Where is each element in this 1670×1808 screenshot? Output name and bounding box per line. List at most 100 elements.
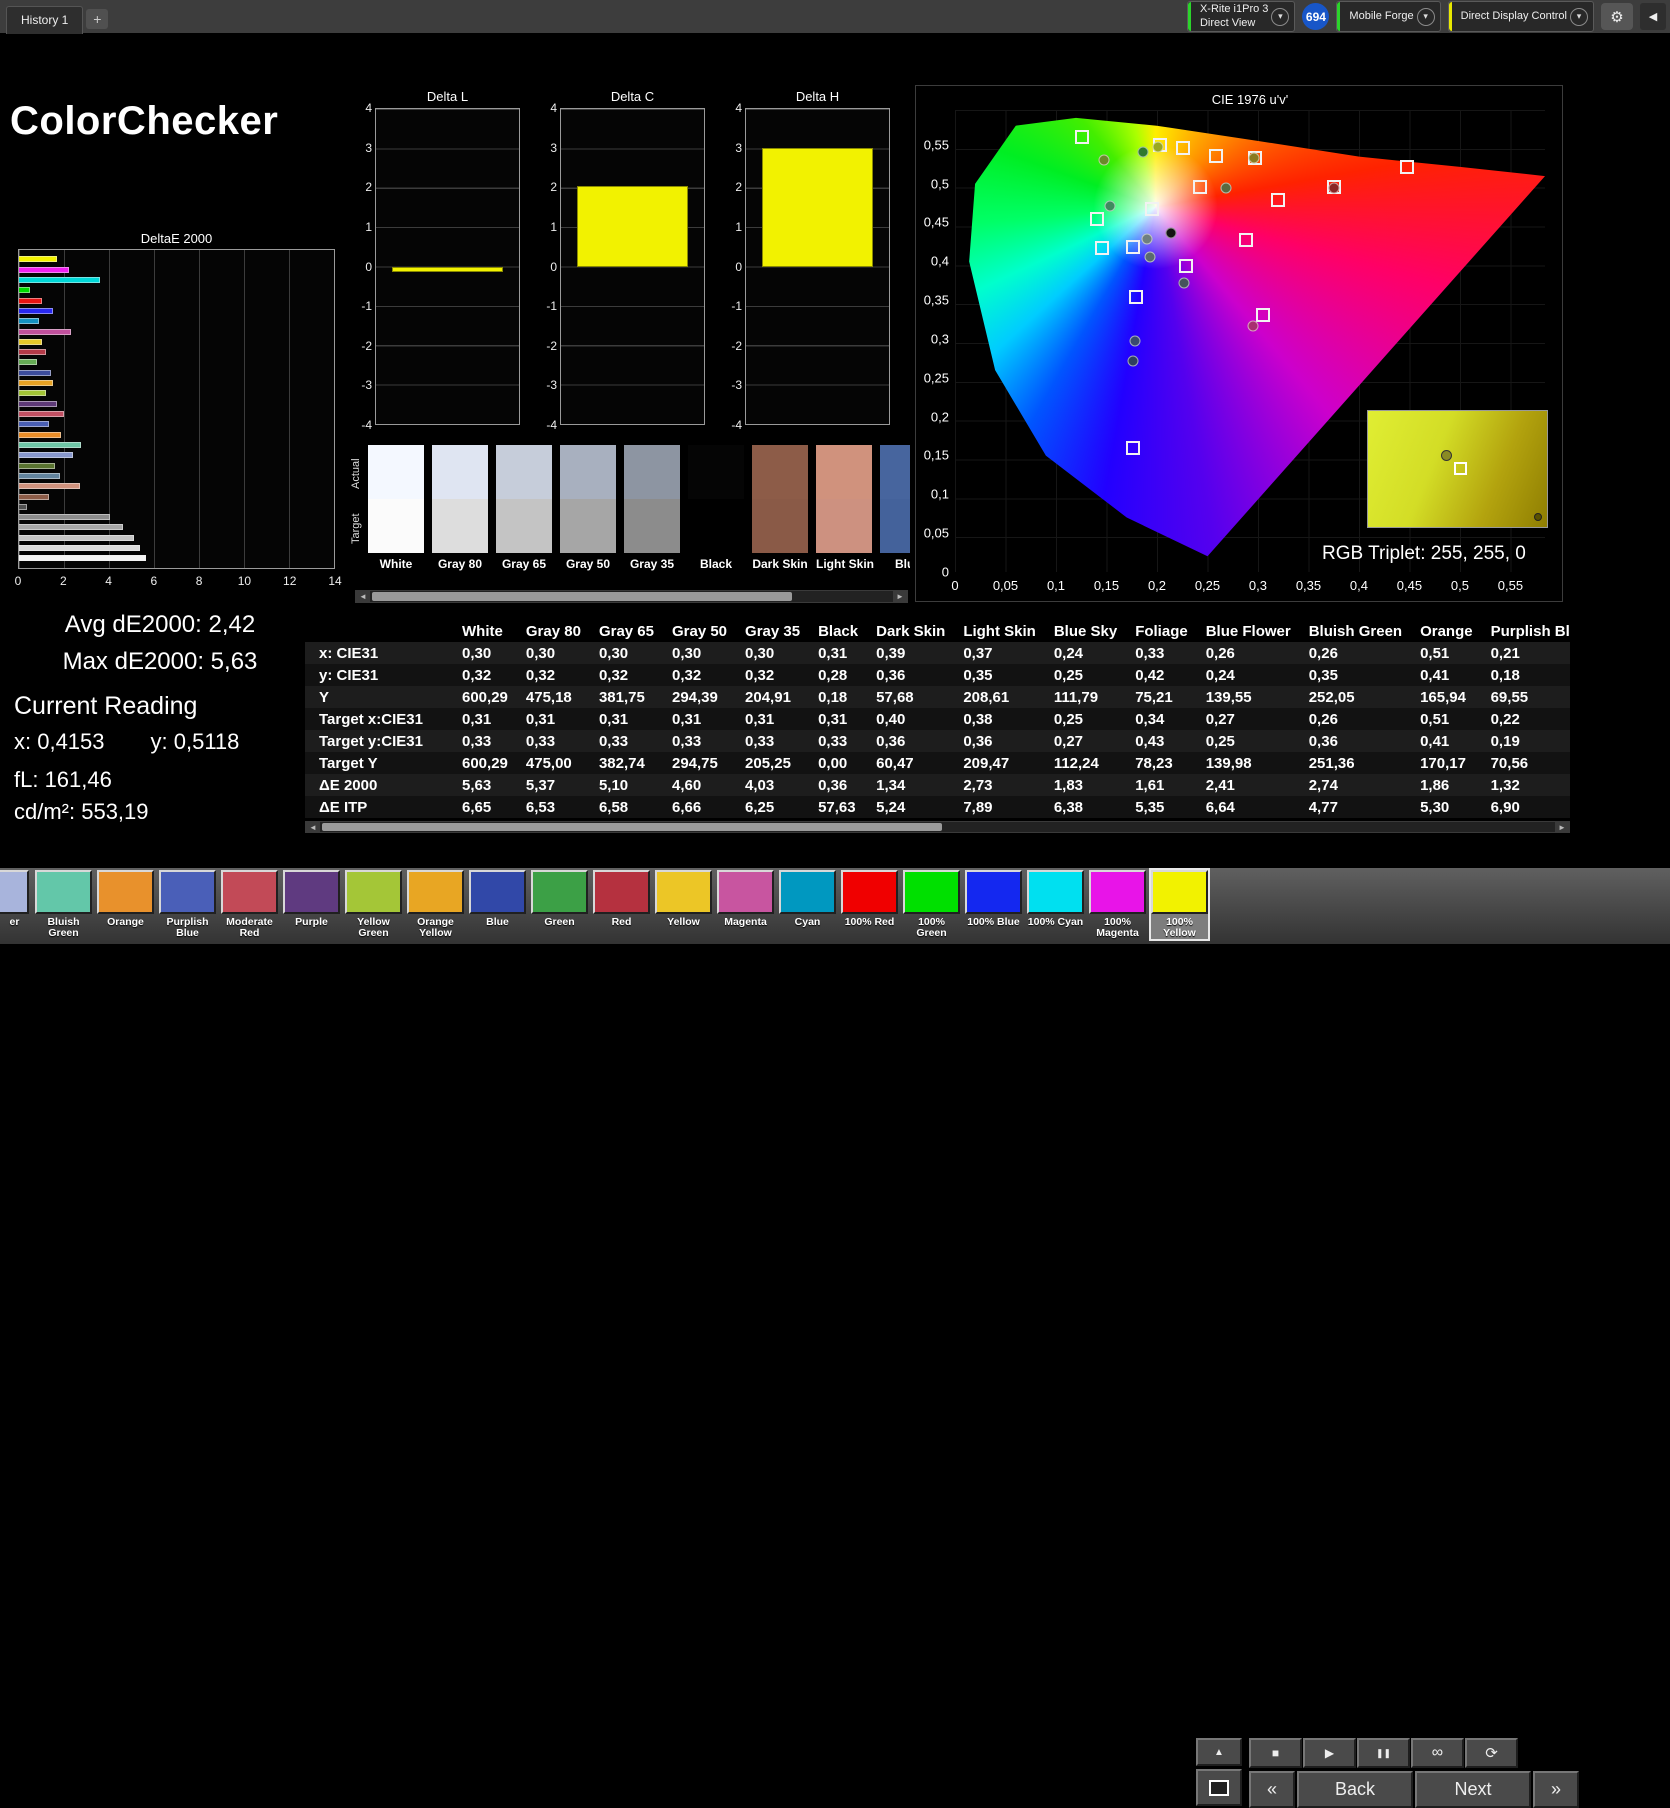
table-cell: 6,64 xyxy=(1205,798,1235,816)
patch-button-orange-yellow[interactable]: Orange Yellow xyxy=(407,870,464,939)
collapse-panel-button[interactable]: ◀ xyxy=(1640,3,1666,30)
loop-button[interactable]: ∞ xyxy=(1411,1738,1464,1768)
patch-button-100-blue[interactable]: 100% Blue xyxy=(965,870,1022,939)
chevron-down-icon[interactable]: ▾ xyxy=(1570,7,1588,26)
patch-button-100-red[interactable]: 100% Red xyxy=(841,870,898,939)
table-cell: 294,75 xyxy=(671,754,718,772)
table-cell: 0,51 xyxy=(1420,710,1450,728)
table-cell: 0,31 xyxy=(598,710,629,728)
deltae-bar xyxy=(19,287,31,294)
pause-button[interactable]: ❚❚ xyxy=(1357,1738,1410,1768)
patch-button-orange[interactable]: Orange xyxy=(97,870,154,939)
deltae-bar xyxy=(19,411,65,417)
scroll-left-icon[interactable]: ◄ xyxy=(306,822,320,832)
strip-patch-gray-35[interactable]: Gray 35 xyxy=(624,445,680,571)
measurement-marker xyxy=(1104,200,1116,212)
patch-button-100-yellow[interactable]: 100% Yellow xyxy=(1151,870,1208,939)
patch-button-magenta[interactable]: Magenta xyxy=(717,870,774,939)
strip-patch-label: Black xyxy=(699,557,733,571)
patch-button-blue[interactable]: Blue xyxy=(469,870,526,939)
target-marker xyxy=(1125,440,1140,455)
row-label: ΔE ITP xyxy=(319,798,368,816)
target-marker xyxy=(1075,130,1090,145)
chevron-down-icon[interactable]: ▾ xyxy=(1416,7,1435,26)
patch-button-clipped[interactable]: er xyxy=(0,870,29,928)
history-tab-label: History 1 xyxy=(21,13,69,27)
table-cell: 0,36 xyxy=(1308,732,1338,750)
scrollbar-thumb[interactable] xyxy=(372,592,792,601)
patch-button-100-magenta[interactable]: 100% Magenta xyxy=(1089,870,1146,939)
patch-button-purplish-blue[interactable]: Purplish Blue xyxy=(159,870,216,939)
delta-l-y-axis: 4 3 2 1 0 -1 -2 -3 -4 xyxy=(346,101,372,432)
prev-page-button[interactable]: « xyxy=(1249,1771,1295,1808)
measurement-marker xyxy=(1127,355,1139,367)
strip-patch-light-skin[interactable]: Light Skin xyxy=(816,445,874,571)
table-cell: 0,32 xyxy=(462,666,492,684)
scrollbar-thumb[interactable] xyxy=(322,823,942,831)
y-tick-label: 0 xyxy=(550,259,557,274)
y-tick-label: 1 xyxy=(735,219,742,234)
table-cell: 0,32 xyxy=(598,666,629,684)
settings-button[interactable]: ⚙ xyxy=(1601,3,1633,30)
x-tick-label: 10 xyxy=(237,574,252,588)
meter-dropdown[interactable]: X-Rite i1Pro 3 Direct View ▾ xyxy=(1186,1,1296,32)
patch-button-cyan[interactable]: Cyan xyxy=(779,870,836,939)
patch-button-bluish-green[interactable]: Bluish Green xyxy=(35,870,92,939)
patch-button-100-green[interactable]: 100% Green xyxy=(903,870,960,939)
stop-button[interactable]: ■ xyxy=(1249,1738,1302,1768)
patch-button-green[interactable]: Green xyxy=(531,870,588,939)
strip-patch-white[interactable]: White xyxy=(368,445,424,571)
strip-patch-dark-skin[interactable]: Dark Skin xyxy=(752,445,808,571)
y-tick-label: 3 xyxy=(365,140,372,155)
scroll-right-icon[interactable]: ► xyxy=(893,591,907,602)
table-cell: 0,00 xyxy=(818,754,848,772)
eject-button[interactable]: ▲ xyxy=(1196,1738,1242,1766)
delta-bar xyxy=(391,266,504,273)
play-button[interactable]: ▶ xyxy=(1303,1738,1356,1768)
add-tab-button[interactable]: + xyxy=(86,8,109,29)
delta-l-chart xyxy=(375,108,520,425)
delta-c-y-axis: 4 3 2 1 0 -1 -2 -3 -4 xyxy=(531,101,557,432)
next-page-button[interactable]: » xyxy=(1533,1771,1579,1808)
strip-patch-gray-80[interactable]: Gray 80 xyxy=(432,445,488,571)
strip-patch-gray-50[interactable]: Gray 50 xyxy=(560,445,616,571)
deltae-bar xyxy=(19,514,110,521)
column-header xyxy=(305,620,453,642)
patch-button-label: Green xyxy=(544,916,575,928)
eject-icon: ▲ xyxy=(1214,1746,1224,1758)
table-cell: 0,32 xyxy=(671,666,702,684)
y-tick-label: -3 xyxy=(731,378,742,393)
refresh-button[interactable]: ⟳ xyxy=(1465,1738,1518,1768)
table-cell: 0,41 xyxy=(1420,732,1450,750)
column-header: Gray 50 xyxy=(671,622,728,640)
window-pattern-button[interactable] xyxy=(1196,1769,1242,1806)
chevron-down-icon[interactable]: ▾ xyxy=(1271,7,1290,26)
next-button[interactable]: Next xyxy=(1415,1771,1531,1808)
patch-button-moderate-red[interactable]: Moderate Red xyxy=(221,870,278,939)
patch-button-100-cyan[interactable]: 100% Cyan xyxy=(1027,870,1084,939)
app-window: History 1 + X-Rite i1Pro 3 Direct View ▾… xyxy=(0,0,1670,1808)
measurement-marker xyxy=(1141,233,1153,245)
patch-button-yellow-green[interactable]: Yellow Green xyxy=(345,870,402,939)
y-tick-label: 0,45 xyxy=(923,214,949,230)
table-cell: 0,19 xyxy=(1490,732,1520,750)
measurement-marker xyxy=(1098,154,1110,166)
scroll-right-icon[interactable]: ► xyxy=(1555,822,1569,832)
target-marker xyxy=(1125,239,1140,254)
source-dropdown[interactable]: Mobile Forge ▾ xyxy=(1336,1,1441,32)
patch-strip-scrollbar[interactable]: ◄ ► xyxy=(355,590,908,603)
patch-button-purple[interactable]: Purple xyxy=(283,870,340,939)
y-tick-label: 0,55 xyxy=(923,137,949,153)
table-cell: 0,27 xyxy=(1205,710,1235,728)
results-table-scrollbar[interactable]: ◄ ► xyxy=(305,821,1570,833)
measurement-marker xyxy=(1129,335,1141,347)
strip-patch-black[interactable]: Black xyxy=(688,445,744,571)
scroll-left-icon[interactable]: ◄ xyxy=(356,591,370,602)
history-tab[interactable]: History 1 xyxy=(6,5,84,34)
patch-button-yellow[interactable]: Yellow xyxy=(655,870,712,939)
strip-patch-gray-65[interactable]: Gray 65 xyxy=(496,445,552,571)
display-control-dropdown[interactable]: Direct Display Control ▾ xyxy=(1447,1,1594,32)
patch-button-red[interactable]: Red xyxy=(593,870,650,939)
patch-button-label: Cyan xyxy=(794,916,821,928)
back-button[interactable]: Back xyxy=(1297,1771,1413,1808)
